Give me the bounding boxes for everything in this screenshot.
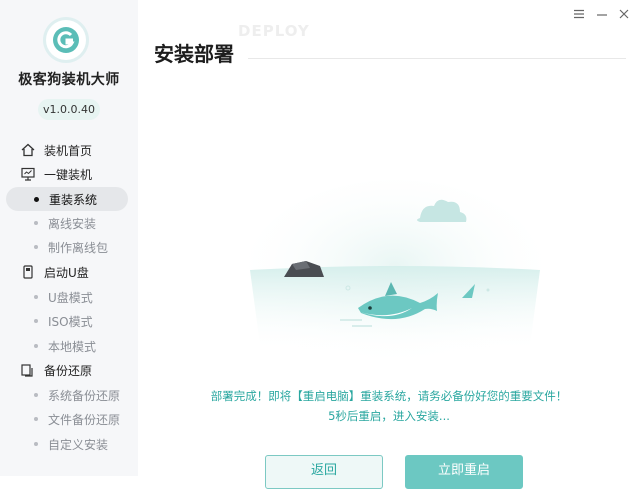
bullet-icon [34,245,38,249]
page-title-watermark: DEPLOY [238,22,310,40]
menu-icon[interactable] [573,8,585,24]
restart-now-button[interactable]: 立即重启 [405,455,523,489]
sidebar-item-offline-install[interactable]: 离线安装 [6,211,128,235]
bullet-icon [34,221,38,225]
sidebar-item-label: 备份还原 [44,363,93,378]
sidebar-item-home[interactable]: 装机首页 [6,138,128,162]
usb-icon [20,264,36,280]
bullet-icon [34,295,38,299]
restart-countdown-message: 5秒后重启，进入安装... [328,409,450,423]
backup-icon [20,362,36,378]
sidebar: 极客狗装机大师 v1.0.0.40 装机首页 一键装机 重装系统 离线安装 制作… [0,0,138,476]
sidebar-item-label: 制作离线包 [48,240,109,255]
home-icon [20,142,36,158]
app-title: 极客狗装机大师 [18,72,120,88]
title-divider [248,58,626,59]
sidebar-item-label: 装机首页 [44,143,93,158]
bullet-icon [34,344,38,348]
sidebar-item-label: ISO模式 [48,314,93,329]
sidebar-item-label: U盘模式 [48,290,93,305]
bullet-icon [34,393,38,397]
sidebar-item-make-offline-package[interactable]: 制作离线包 [6,235,128,259]
sidebar-item-label: 系统备份还原 [48,388,121,403]
close-icon[interactable] [618,8,630,24]
back-button[interactable]: 返回 [265,455,383,489]
bullet-icon [34,442,38,446]
sidebar-item-label: 本地模式 [48,339,97,354]
sidebar-item-label: 离线安装 [48,216,97,231]
sidebar-item-file-backup-restore[interactable]: 文件备份还原 [6,407,128,431]
sidebar-item-label: 自定义安装 [48,437,109,452]
version-badge: v1.0.0.40 [38,99,100,120]
sidebar-item-system-backup-restore[interactable]: 系统备份还原 [6,383,128,407]
deploy-complete-message: 部署完成！即将【重启电脑】重装系统，请务必备份好您的重要文件！ [210,389,568,403]
page-title: 安装部署 [154,42,234,66]
sidebar-item-one-click-install[interactable]: 一键装机 [6,162,128,186]
logo-icon [53,27,79,53]
sidebar-item-iso-mode[interactable]: ISO模式 [6,309,128,333]
sidebar-item-reinstall-system[interactable]: 重装系统 [6,187,128,211]
app-logo [46,20,86,60]
sidebar-item-custom-install[interactable]: 自定义安装 [6,432,128,456]
bullet-icon [34,319,38,323]
sidebar-item-label: 一键装机 [44,167,93,182]
sidebar-item-label: 启动U盘 [44,265,89,280]
sidebar-item-label: 文件备份还原 [48,412,121,427]
monitor-icon [20,166,36,182]
sidebar-item-label: 重装系统 [49,192,98,207]
sidebar-item-backup-restore[interactable]: 备份还原 [6,358,128,382]
minimize-icon[interactable] [596,8,608,24]
bullet-icon [34,196,39,202]
sidebar-item-usb-mode[interactable]: U盘模式 [6,285,128,309]
bullet-icon [34,417,38,421]
deploy-illustration [240,170,550,370]
sidebar-item-local-mode[interactable]: 本地模式 [6,334,128,358]
sidebar-item-boot-usb[interactable]: 启动U盘 [6,260,128,284]
